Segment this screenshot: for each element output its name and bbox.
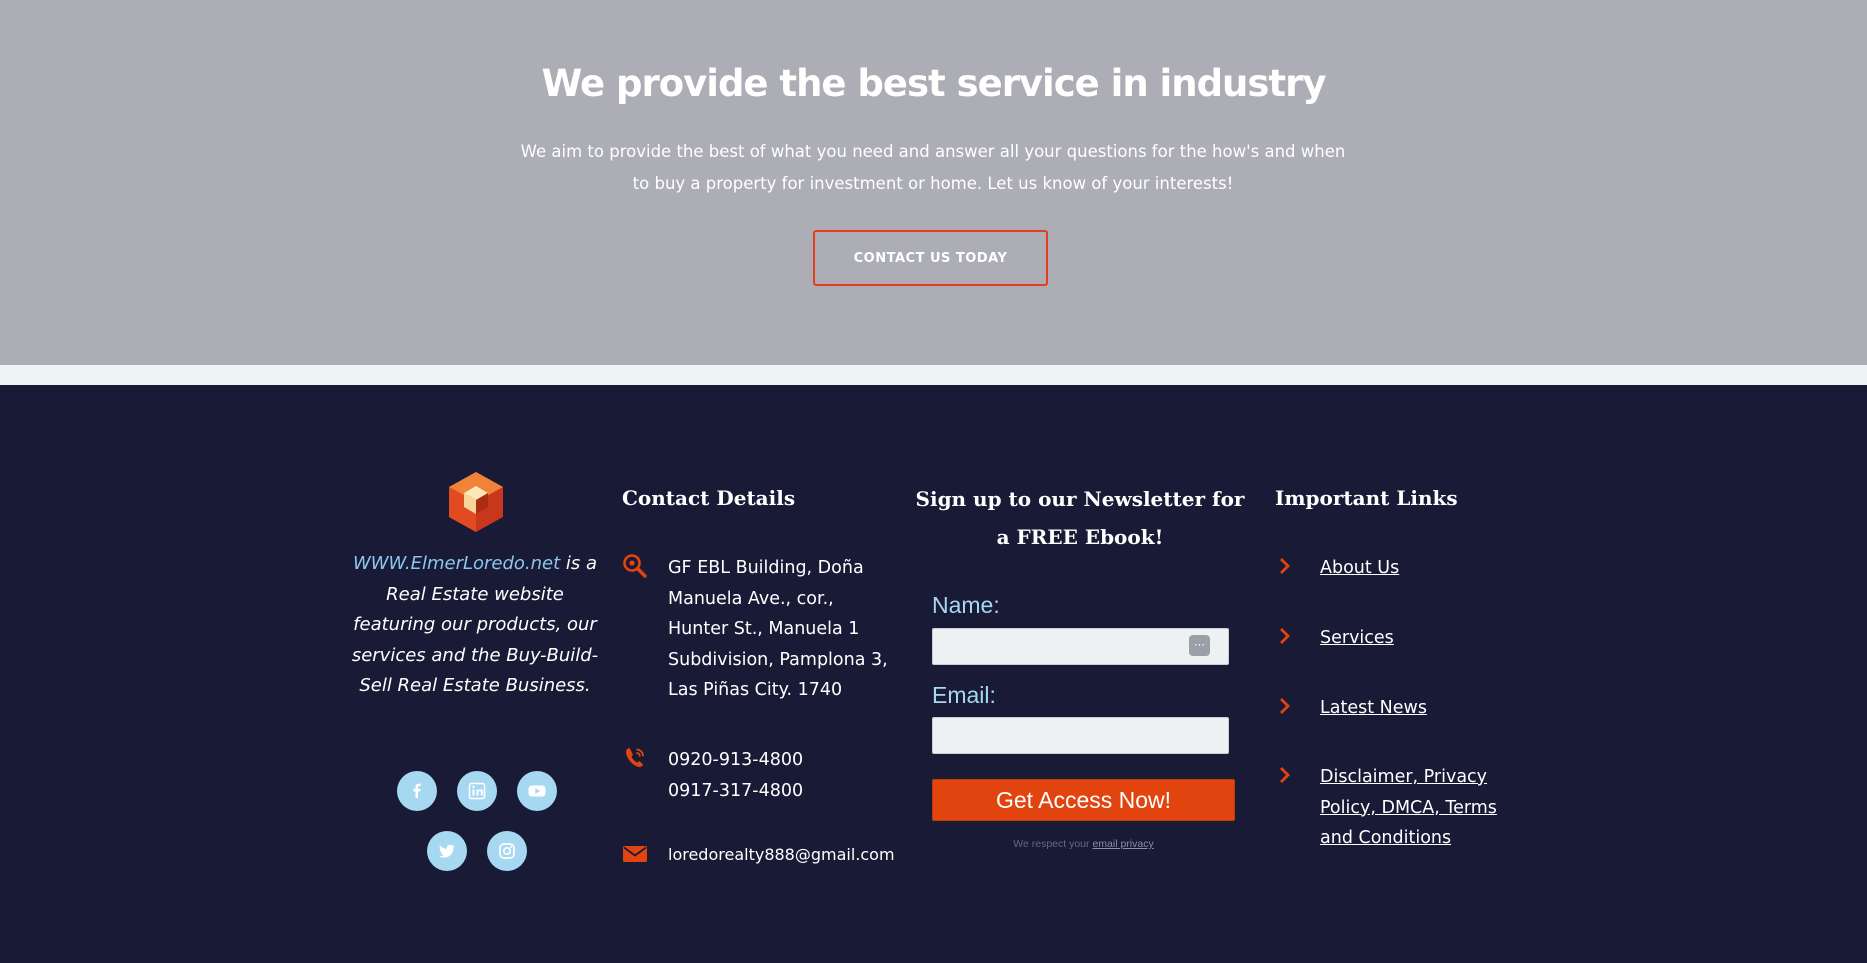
chevron-right-icon <box>1280 698 1290 714</box>
section-divider <box>0 365 1867 385</box>
phone-number-1: 0920-913-4800 <box>668 750 804 770</box>
phone-icon <box>626 748 644 768</box>
phone-number-2: 0917-317-4800 <box>668 781 804 801</box>
name-input[interactable] <box>932 628 1229 665</box>
contact-address: GF EBL Building, Doña Manuela Ave., cor.… <box>668 558 888 700</box>
site-link[interactable]: WWW.ElmerLoredo.net <box>353 553 560 574</box>
linkedin-icon <box>468 782 486 800</box>
youtube-icon <box>528 785 546 797</box>
contact-us-button[interactable]: CONTACT US TODAY <box>813 230 1048 286</box>
important-links-title: Important Links <box>1275 486 1458 510</box>
about-text: WWW.ElmerLoredo.net is a Real Estate web… <box>350 549 600 702</box>
twitter-button[interactable] <box>427 831 467 871</box>
facebook-icon <box>413 783 421 798</box>
cta-title: We provide the best service in industry <box>541 62 1327 105</box>
privacy-prefix: We respect your <box>1013 838 1093 850</box>
link-disclaimer[interactable]: Disclaimer, Privacy Policy, DMCA, Terms … <box>1320 762 1505 854</box>
email-label: Email: <box>932 682 996 708</box>
linkedin-button[interactable] <box>457 771 497 811</box>
password-manager-icon[interactable]: ⋯ <box>1189 635 1210 656</box>
instagram-icon <box>499 843 515 859</box>
youtube-button[interactable] <box>517 771 557 811</box>
chevron-right-icon <box>1280 767 1290 783</box>
about-description: is a Real Estate website featuring our p… <box>351 553 599 696</box>
email-input[interactable] <box>932 717 1229 754</box>
logo-icon <box>449 472 503 532</box>
cta-section: We provide the best service in industry … <box>0 0 1867 365</box>
instagram-button[interactable] <box>487 831 527 871</box>
cta-description: We aim to provide the best of what you n… <box>520 142 1346 193</box>
name-label: Name: <box>932 592 1000 618</box>
link-services[interactable]: Services <box>1320 623 1394 654</box>
facebook-button[interactable] <box>397 771 437 811</box>
envelope-icon <box>623 846 647 862</box>
contact-details-title: Contact Details <box>622 486 796 510</box>
chevron-right-icon <box>1280 558 1290 574</box>
twitter-icon <box>439 844 455 858</box>
location-search-icon <box>623 554 647 578</box>
contact-email[interactable]: loredorealty888@gmail.com <box>668 840 895 871</box>
privacy-note: We respect your email privacy <box>932 838 1235 850</box>
get-access-button[interactable]: Get Access Now! <box>932 779 1235 821</box>
link-about-us[interactable]: About Us <box>1320 553 1399 584</box>
link-latest-news[interactable]: Latest News <box>1320 693 1427 724</box>
email-privacy-link[interactable]: email privacy <box>1092 838 1153 850</box>
chevron-right-icon <box>1280 628 1290 644</box>
newsletter-title: Sign up to our Newsletter for a FREE Ebo… <box>915 487 1245 549</box>
footer <box>0 385 1867 963</box>
